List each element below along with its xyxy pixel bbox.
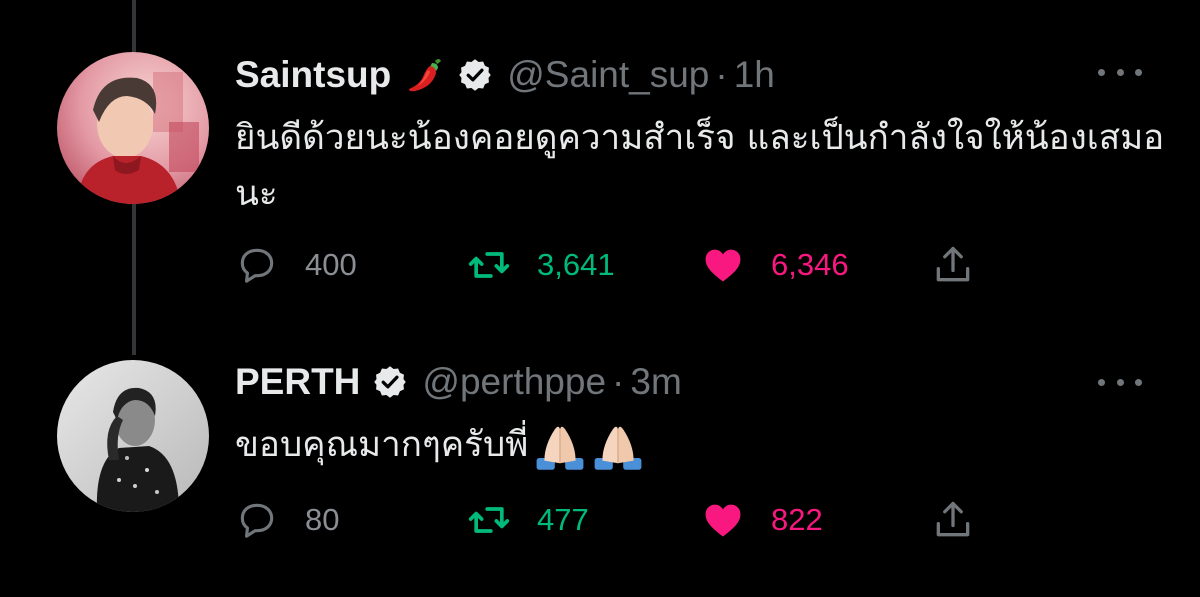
handle[interactable]: @Saint_sup [507,54,709,96]
folded-hands-icon [592,419,644,471]
reply-count: 400 [305,247,357,282]
more-options-icon[interactable] [1098,62,1142,82]
verified-badge-icon [372,364,408,400]
timestamp[interactable]: 1h [734,54,775,96]
reply-count: 80 [305,502,340,537]
handle[interactable]: @perthppe [422,361,606,403]
reply-icon [235,498,279,542]
tweet-header: Saintsup @Saint_sup · 1h [235,52,775,98]
timestamp[interactable]: 3m [630,361,681,403]
avatar[interactable] [57,52,209,204]
retweet-count: 477 [537,502,589,537]
tweet-actions: 80 477 822 [235,495,995,545]
avatar[interactable] [57,360,209,512]
retweet-button[interactable]: 3,641 [467,240,615,290]
verified-badge-icon [457,57,493,93]
retweet-button[interactable]: 477 [467,495,589,545]
share-button[interactable] [931,240,975,290]
like-count: 822 [771,502,823,537]
tweet[interactable]: Saintsup @Saint_sup · 1h ยินดีด้วยนะน้อง… [0,0,1200,345]
tweet-text-container: ขอบคุณมากๆครับพี่ [235,417,1175,473]
display-name[interactable]: PERTH [235,361,360,403]
display-name[interactable]: Saintsup [235,54,391,96]
heart-icon [701,498,745,542]
separator: · [612,361,625,402]
folded-hands-icon [534,419,586,471]
tweet-actions: 400 3,641 6,346 [235,240,995,290]
like-button[interactable]: 6,346 [701,240,849,290]
retweet-icon [467,243,511,287]
tweet-text: ขอบคุณมากๆครับพี่ [235,425,529,465]
tweet-text: ยินดีด้วยนะน้องคอยดูความสำเร็จ และเป็นกำ… [235,118,1165,214]
retweet-count: 3,641 [537,247,615,282]
like-count: 6,346 [771,247,849,282]
share-button[interactable] [931,495,975,545]
tweet[interactable]: PERTH @perthppe · 3m ขอบคุณมากๆครับพี่ 8… [0,345,1200,597]
reply-button[interactable]: 400 [235,240,357,290]
heart-icon [701,243,745,287]
retweet-icon [467,498,511,542]
share-icon [931,243,975,287]
separator: · [715,54,728,95]
share-icon [931,498,975,542]
hot-pepper-icon [405,55,445,95]
reply-icon [235,243,279,287]
more-options-icon[interactable] [1098,372,1142,392]
reply-button[interactable]: 80 [235,495,339,545]
like-button[interactable]: 822 [701,495,823,545]
tweet-header: PERTH @perthppe · 3m [235,359,682,405]
